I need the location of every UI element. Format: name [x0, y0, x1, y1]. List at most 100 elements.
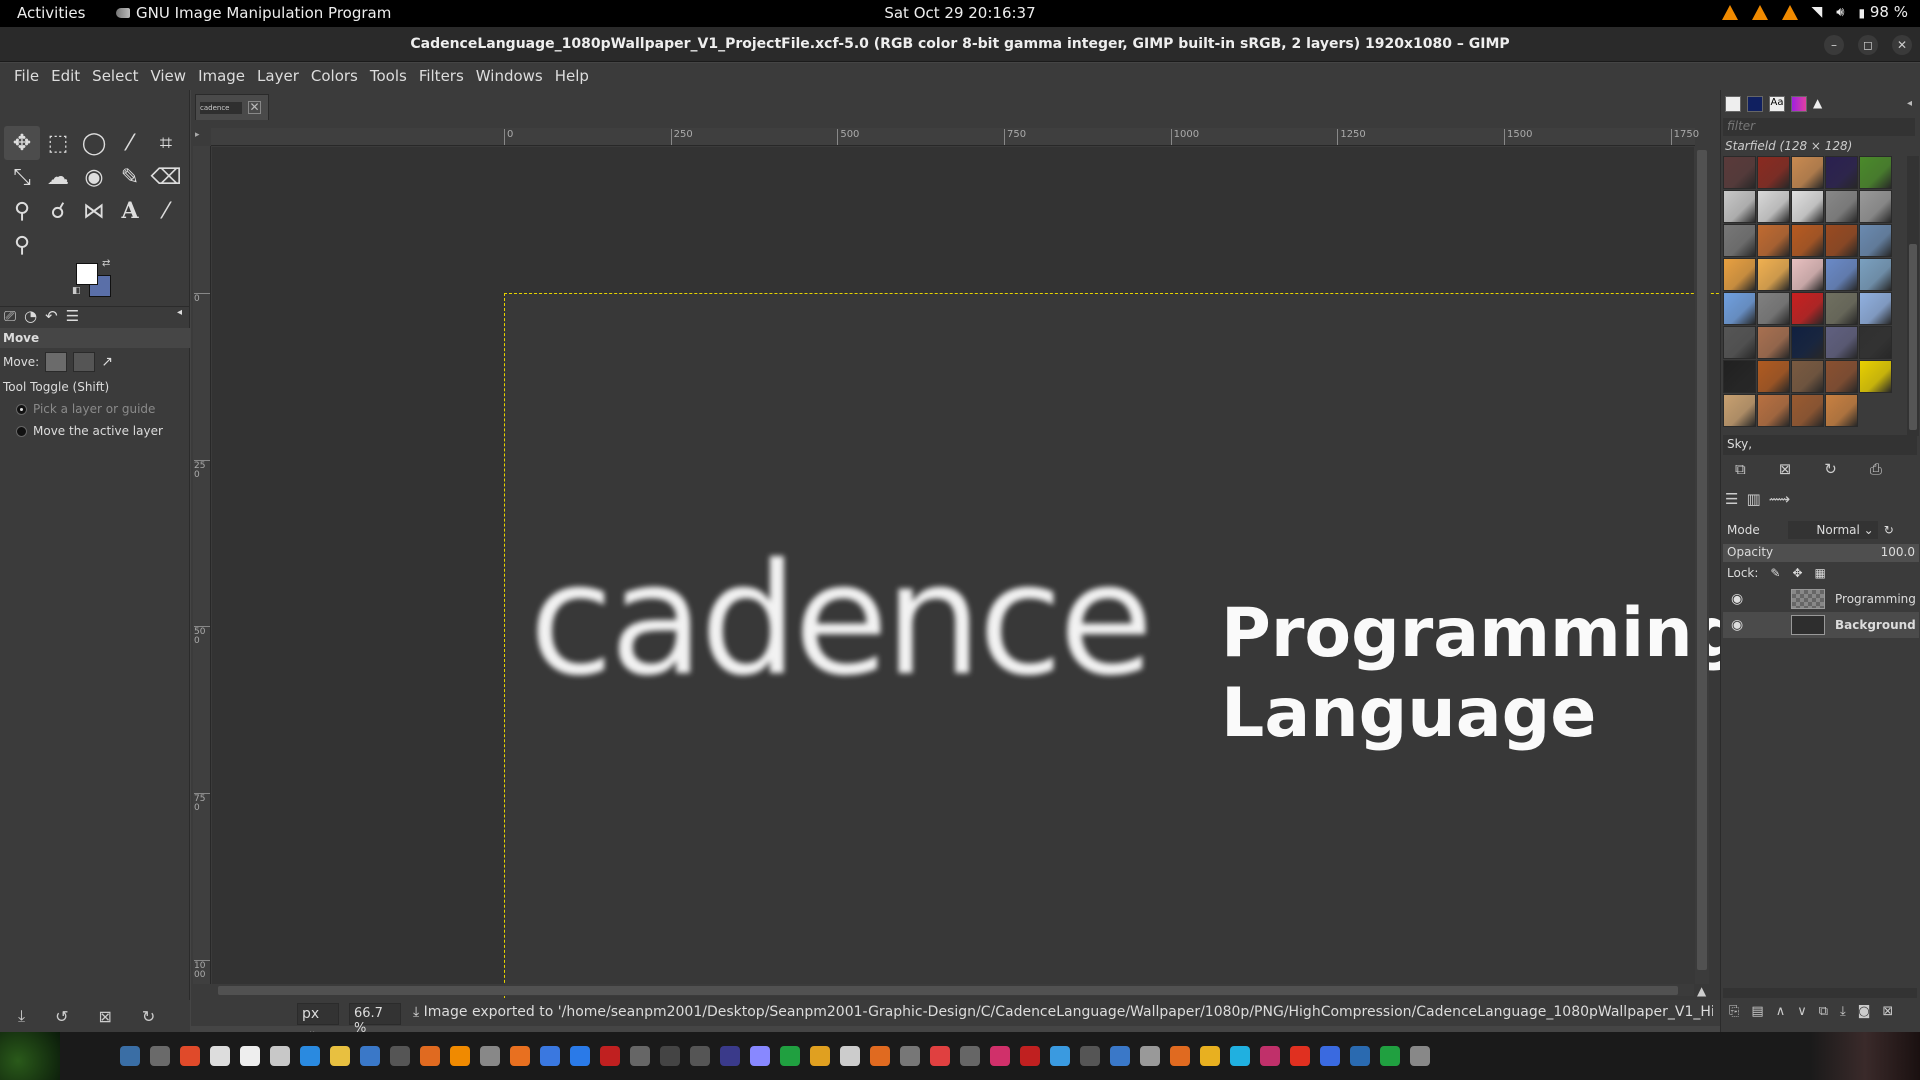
pattern-swatch[interactable]: [1723, 258, 1756, 291]
pick-layer-radio[interactable]: [16, 403, 27, 415]
taskbar-app-icon[interactable]: [510, 1046, 530, 1066]
duplicate-layer-icon[interactable]: ⧉: [1819, 1004, 1828, 1019]
fuzzy-select-tool-icon[interactable]: ⁄: [112, 126, 148, 160]
wifi-icon[interactable]: ◥: [1812, 4, 1823, 20]
taskbar-app-icon[interactable]: [240, 1046, 260, 1066]
taskbar-app-icon[interactable]: [660, 1046, 680, 1066]
pattern-swatch[interactable]: [1757, 258, 1790, 291]
taskbar-app-icon[interactable]: [690, 1046, 710, 1066]
text-tool-icon[interactable]: A: [112, 194, 148, 228]
taskbar-app-icon[interactable]: [360, 1046, 380, 1066]
taskbar-app-icon[interactable]: [1020, 1046, 1040, 1066]
pattern-swatch[interactable]: [1757, 360, 1790, 393]
taskbar-app-icon[interactable]: [390, 1046, 410, 1066]
window-titlebar[interactable]: CadenceLanguage_1080pWallpaper_V1_Projec…: [0, 27, 1920, 62]
taskbar-app-icon[interactable]: [150, 1046, 170, 1066]
restore-options-icon[interactable]: ↺: [55, 1007, 68, 1026]
layer-row[interactable]: ◉ Programming: [1723, 586, 1919, 612]
move-selection-mode-button[interactable]: [73, 352, 96, 372]
pattern-swatch[interactable]: [1723, 394, 1756, 427]
pattern-swatch[interactable]: [1825, 326, 1858, 359]
system-tray[interactable]: ◥ 🔊︎ ▮ 98 %: [1721, 3, 1909, 21]
paths-tool-icon[interactable]: ⋈: [76, 194, 112, 228]
smudge-tool-icon[interactable]: ☌: [40, 194, 76, 228]
pattern-swatch[interactable]: [1825, 360, 1858, 393]
pattern-swatch[interactable]: [1757, 394, 1790, 427]
taskbar-app-icon[interactable]: [420, 1046, 440, 1066]
taskbar-app-icon[interactable]: [1320, 1046, 1340, 1066]
taskbar-app-icon[interactable]: [870, 1046, 890, 1066]
zoom-select[interactable]: 66.7 %: [349, 1003, 401, 1036]
pattern-swatch[interactable]: [1825, 224, 1858, 257]
taskbar-app-icon[interactable]: [330, 1046, 350, 1066]
unified-transform-tool-icon[interactable]: ⤡: [4, 160, 40, 194]
pattern-swatch[interactable]: [1791, 326, 1824, 359]
refresh-patterns-icon[interactable]: ↻: [1824, 460, 1837, 478]
tool-options-tab-icon[interactable]: ⎚: [4, 307, 16, 328]
taskbar-app-icon[interactable]: [900, 1046, 920, 1066]
taskbar-app-icon[interactable]: [540, 1046, 560, 1066]
close-tab-icon[interactable]: ✕: [248, 101, 261, 114]
lock-position-icon[interactable]: ✥: [1792, 566, 1802, 580]
default-colors-icon[interactable]: ◧: [72, 286, 81, 296]
menu-help[interactable]: Help: [549, 63, 595, 90]
dock-menu-icon[interactable]: ◂: [1907, 98, 1912, 109]
taskbar-app-icon[interactable]: [1170, 1046, 1190, 1066]
taskbar-app-icon[interactable]: [570, 1046, 590, 1066]
channels-tab-icon[interactable]: ▥: [1746, 490, 1760, 508]
fonts-tab-icon[interactable]: Aa: [1769, 96, 1785, 112]
menu-windows[interactable]: Windows: [470, 63, 549, 90]
taskbar-app-icon[interactable]: [1350, 1046, 1370, 1066]
taskbar-app-icon[interactable]: [1140, 1046, 1160, 1066]
swap-colors-icon[interactable]: ⇄: [102, 258, 110, 269]
tool-presets-tab-icon[interactable]: ▲: [1813, 96, 1829, 112]
taskbar-app-icon[interactable]: [270, 1046, 290, 1066]
taskbar-app-icon[interactable]: [600, 1046, 620, 1066]
pattern-swatch[interactable]: [1825, 190, 1858, 223]
taskbar-app-icon[interactable]: [450, 1046, 470, 1066]
menu-view[interactable]: View: [144, 63, 192, 90]
pattern-swatch[interactable]: [1723, 360, 1756, 393]
horizontal-scrollbar[interactable]: [212, 984, 1694, 996]
taskbar-app-icon[interactable]: [1080, 1046, 1100, 1066]
taskbar-app-icon[interactable]: [300, 1046, 320, 1066]
gradients-tab-icon[interactable]: [1791, 96, 1807, 112]
menu-tools[interactable]: Tools: [364, 63, 413, 90]
brushes-tab-icon[interactable]: [1725, 96, 1741, 112]
open-pattern-icon[interactable]: ⎙: [1870, 460, 1882, 478]
bucket-fill-tool-icon[interactable]: ◉: [76, 160, 112, 194]
new-layer-icon[interactable]: ⎘: [1729, 1004, 1739, 1019]
layers-scrollbar[interactable]: [1723, 988, 1917, 998]
taskbar-app-icon[interactable]: [990, 1046, 1010, 1066]
layer-mode-select[interactable]: Normal ⌄: [1787, 521, 1878, 539]
paintbrush-tool-icon[interactable]: ✎: [112, 160, 148, 194]
layers-tab-icon[interactable]: ☰: [1725, 490, 1738, 508]
menu-colors[interactable]: Colors: [305, 63, 364, 90]
pattern-swatch[interactable]: [1791, 190, 1824, 223]
taskbar-app-icon[interactable]: [180, 1046, 200, 1066]
taskbar-app-icon[interactable]: [480, 1046, 500, 1066]
pattern-swatch[interactable]: [1791, 224, 1824, 257]
color-area[interactable]: ⇄ ◧: [72, 258, 118, 302]
taskbar-app-icon[interactable]: [1200, 1046, 1220, 1066]
patterns-tab-icon[interactable]: [1747, 96, 1763, 112]
mode-reset-icon[interactable]: ↻: [1884, 523, 1894, 537]
eraser-tool-icon[interactable]: ⌫: [148, 160, 184, 194]
move-tool-icon[interactable]: ✥: [4, 126, 40, 160]
foreground-color[interactable]: [76, 263, 98, 285]
crop-tool-icon[interactable]: ⌗: [148, 126, 184, 160]
delete-pattern-icon[interactable]: ⊠: [1779, 460, 1792, 478]
lock-alpha-icon[interactable]: ▦: [1815, 566, 1826, 580]
pattern-swatch[interactable]: [1757, 224, 1790, 257]
pattern-swatch[interactable]: [1825, 292, 1858, 325]
taskbar-app-icon[interactable]: [1410, 1046, 1430, 1066]
images-tab-icon[interactable]: ☰: [66, 307, 79, 328]
pattern-swatch[interactable]: [1859, 326, 1892, 359]
vertical-ruler[interactable]: 0 250 500 750 1000: [193, 146, 211, 984]
lower-layer-icon[interactable]: ∨: [1797, 1004, 1807, 1019]
battery-indicator[interactable]: ▮ 98 %: [1859, 3, 1909, 21]
configure-tab-icon[interactable]: ◂: [177, 307, 182, 328]
pattern-filter-input[interactable]: filter: [1723, 118, 1915, 136]
taskbar-app-icon[interactable]: [1230, 1046, 1250, 1066]
taskbar-app-icon[interactable]: [1380, 1046, 1400, 1066]
